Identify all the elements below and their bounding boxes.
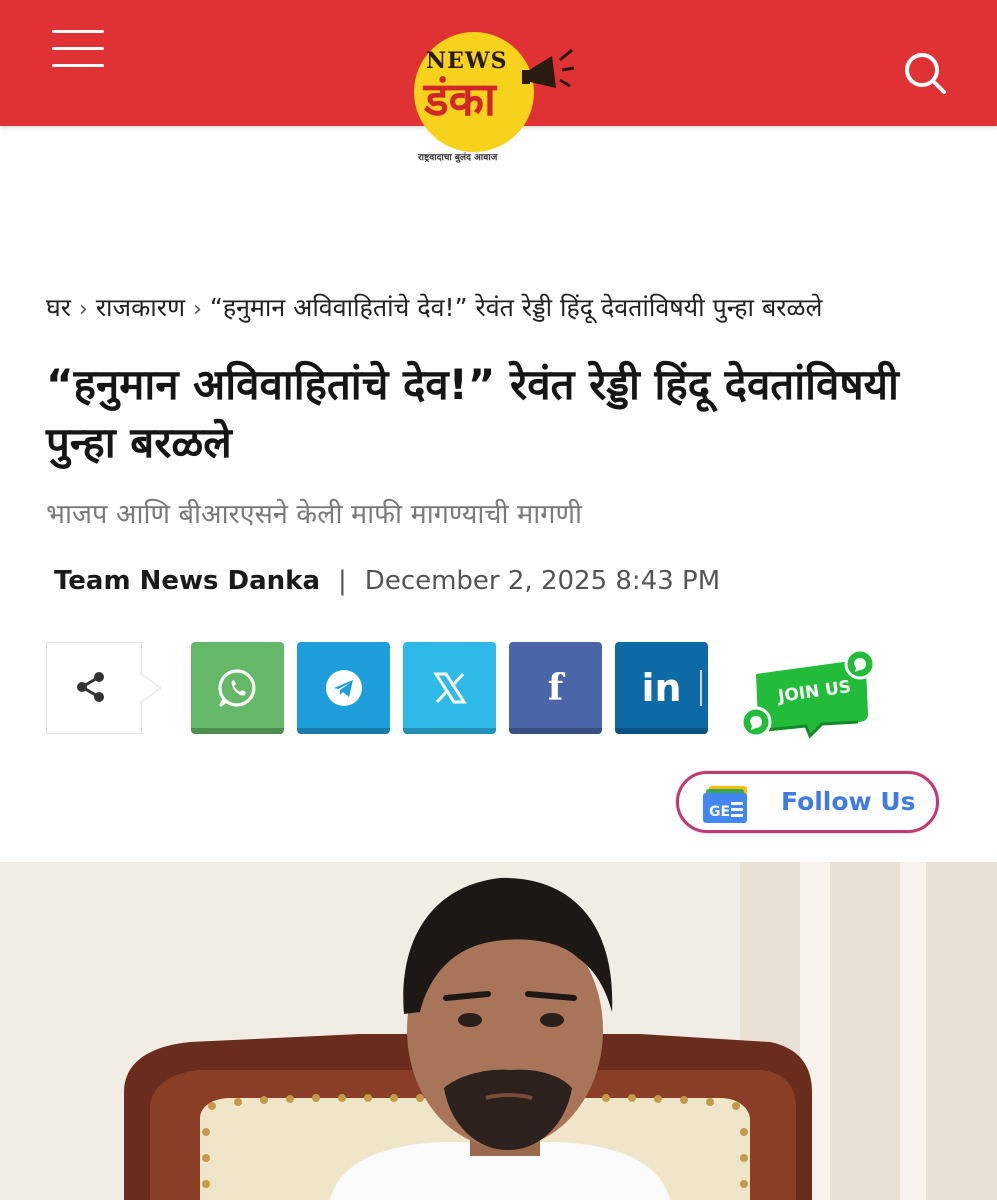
google-news-icon: GE [703,786,747,823]
x-button-shadow [403,728,496,734]
share-divider [700,670,702,706]
publish-date: December 2, 2025 8:43 PM [364,566,721,596]
breadcrumb: घर › राजकारण › “हनुमान अविवाहितांचे देव!” रे… [46,290,966,324]
x-twitter-icon [432,672,467,704]
breadcrumb-home[interactable]: घर [46,293,71,322]
author-name[interactable]: Team News Danka [54,566,320,596]
follow-us-label: Follow Us [781,787,916,816]
whatsapp-button-shadow [191,728,284,734]
linkedin-button-shadow [615,728,708,734]
telegram-share-button[interactable] [297,642,390,734]
article-subtitle: भाजप आणि बीआरएसने केली माफी मागण्याची मा… [46,499,582,530]
breadcrumb-separator: › [79,297,88,322]
linkedin-icon: in [641,666,682,710]
breadcrumb-current: “हनुमान अविवाहितांचे देव!” रेवंत रेड्डी … [209,293,823,322]
article-hero-image [0,862,997,1200]
telegram-icon [325,670,362,706]
breadcrumb-category[interactable]: राजकारण [96,293,185,322]
whatsapp-share-button[interactable] [191,642,284,734]
breadcrumb-separator: › [193,297,202,322]
google-news-follow-button[interactable]: GE Follow Us [676,771,939,833]
share-notch-inner [139,673,159,703]
facebook-share-button[interactable]: f [509,642,602,734]
article-title: “हनुमान अविवाहितांचे देव!” रेवंत रेड्डी … [46,360,899,467]
linkedin-share-button[interactable]: in [615,642,708,734]
logo-main-text: डंका [424,72,496,126]
facebook-button-shadow [509,728,602,734]
hamburger-menu-icon[interactable] [52,30,104,68]
meta-separator: | [338,566,347,596]
logo-tagline: राष्ट्रवादाचा बुलंद आवाज [418,153,498,163]
site-logo[interactable]: NEWS डंका राष्ट्रवादाचा बुलंद आवाज [404,28,582,170]
whatsapp-icon [217,669,255,707]
megaphone-icon [522,48,575,88]
whatsapp-join-button[interactable]: JOIN US [736,648,882,740]
facebook-icon: f [547,667,564,709]
logo-news-text: NEWS [426,48,508,74]
x-share-button[interactable] [403,642,496,734]
telegram-button-shadow [297,728,390,734]
search-icon[interactable] [900,48,952,96]
google-news-icon-text: GE [709,804,730,820]
share-icon [77,672,104,702]
article-meta: Team News Danka | December 2, 2025 8:43 PM [54,566,720,596]
